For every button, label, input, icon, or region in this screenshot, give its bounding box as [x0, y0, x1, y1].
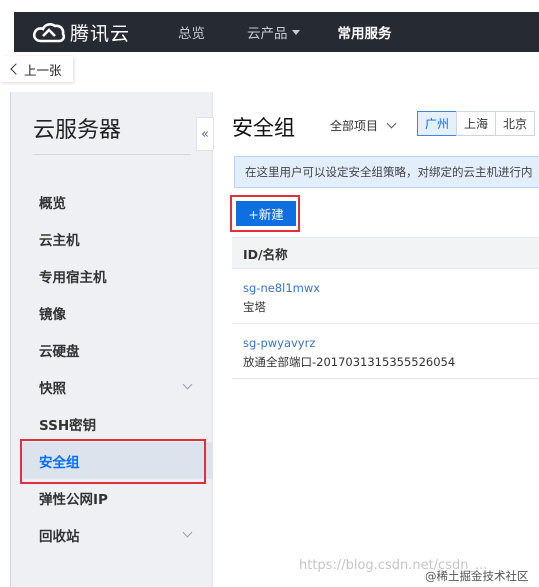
nav-overview[interactable]: 总览: [178, 22, 205, 42]
highlight-box-sidebar: [20, 439, 206, 484]
sidebar-item-cloud-disks[interactable]: 云硬盘: [23, 331, 213, 368]
sidebar-item-recycle-bin[interactable]: 回收站: [23, 516, 213, 553]
table-row: sg-pwyavyrz 放通全部端口-2017031315355526054: [232, 324, 539, 379]
sidebar-item-label: 云硬盘: [39, 343, 80, 360]
sidebar-item-label: 回收站: [39, 528, 80, 545]
region-tab-label: 北京: [502, 117, 527, 131]
chevron-left-icon: [10, 63, 22, 75]
nav-common-services[interactable]: 常用服务: [338, 22, 392, 42]
region-tabs: 广州 上海 北京: [417, 111, 535, 136]
region-tab-label: 广州: [424, 117, 449, 131]
table-header: ID/名称: [232, 237, 539, 269]
top-nav-bar: 腾讯云 总览 云产品 常用服务: [14, 12, 539, 52]
region-tab-shanghai[interactable]: 上海: [456, 111, 496, 136]
region-tab-guangzhou[interactable]: 广州: [417, 111, 457, 136]
nav-products[interactable]: 云产品: [247, 22, 300, 42]
sidebar-item-snapshots[interactable]: 快照: [23, 368, 213, 405]
column-header-id-name: ID/名称: [243, 246, 288, 262]
brand-name: 腾讯云: [70, 22, 131, 45]
sidebar: 云服务器 概览 云主机 专用宿主机 镜像 云硬盘 快照 SSH密钥 安全组 弹性…: [10, 92, 213, 587]
chevron-down-icon: [182, 379, 193, 390]
sidebar-title: 云服务器: [33, 118, 122, 143]
sidebar-collapse-button[interactable]: «: [196, 117, 214, 151]
sidebar-item-images[interactable]: 镜像: [23, 294, 213, 331]
nav-products-label: 云产品: [247, 26, 288, 42]
security-group-id-link[interactable]: sg-pwyavyrz: [243, 336, 539, 350]
sidebar-item-label: 云主机: [39, 232, 80, 249]
region-tab-beijing[interactable]: 北京: [495, 111, 535, 136]
sidebar-divider: [33, 154, 191, 155]
info-notice: 在这里用户可以设定安全组策略，对绑定的云主机进行内: [234, 156, 539, 188]
highlight-box-new-button: [230, 195, 300, 232]
brand-logo[interactable]: 腾讯云: [32, 19, 142, 46]
cloud-logo-icon: [32, 23, 66, 43]
chevron-down-icon: [182, 527, 193, 538]
nav-common-services-label: 常用服务: [337, 26, 392, 42]
sidebar-item-label: 概览: [39, 195, 66, 212]
security-group-name: 宝塔: [243, 300, 266, 314]
sidebar-item-label: 镜像: [39, 306, 66, 323]
chevron-down-icon: [386, 118, 397, 129]
sidebar-item-label: 专用宿主机: [39, 269, 107, 286]
sidebar-item-overview[interactable]: 概览: [23, 183, 213, 220]
page-title: 安全组: [232, 116, 295, 140]
back-button[interactable]: 上一张: [0, 56, 73, 82]
watermark-credit: @稀土掘金技术社区: [425, 569, 529, 583]
caret-down-icon: [291, 29, 300, 35]
sidebar-item-elastic-ip[interactable]: 弹性公网IP: [23, 479, 213, 516]
sidebar-item-label: 快照: [39, 380, 66, 397]
project-select-value: 全部项目: [330, 119, 379, 133]
security-group-id-link[interactable]: sg-ne8l1mwx: [243, 281, 539, 295]
security-group-name: 放通全部端口-2017031315355526054: [243, 355, 456, 369]
sidebar-item-label: SSH密钥: [39, 417, 97, 434]
region-tab-label: 上海: [463, 117, 488, 131]
nav-overview-label: 总览: [178, 26, 205, 42]
main-content: 安全组 全部项目 广州 上海 北京 在这里用户可以设定安全组策略，对绑定的云主机…: [214, 92, 539, 587]
sidebar-item-dedicated-hosts[interactable]: 专用宿主机: [23, 257, 213, 294]
project-select[interactable]: 全部项目: [330, 117, 397, 134]
sidebar-item-label: 弹性公网IP: [39, 491, 108, 508]
table-row: sg-ne8l1mwx 宝塔: [232, 269, 539, 324]
info-notice-text: 在这里用户可以设定安全组策略，对绑定的云主机进行内: [245, 165, 533, 179]
sidebar-item-instances[interactable]: 云主机: [23, 220, 213, 257]
sidebar-item-ssh-keys[interactable]: SSH密钥: [23, 405, 213, 442]
back-label: 上一张: [24, 62, 62, 78]
double-chevron-left-icon: «: [201, 126, 209, 142]
